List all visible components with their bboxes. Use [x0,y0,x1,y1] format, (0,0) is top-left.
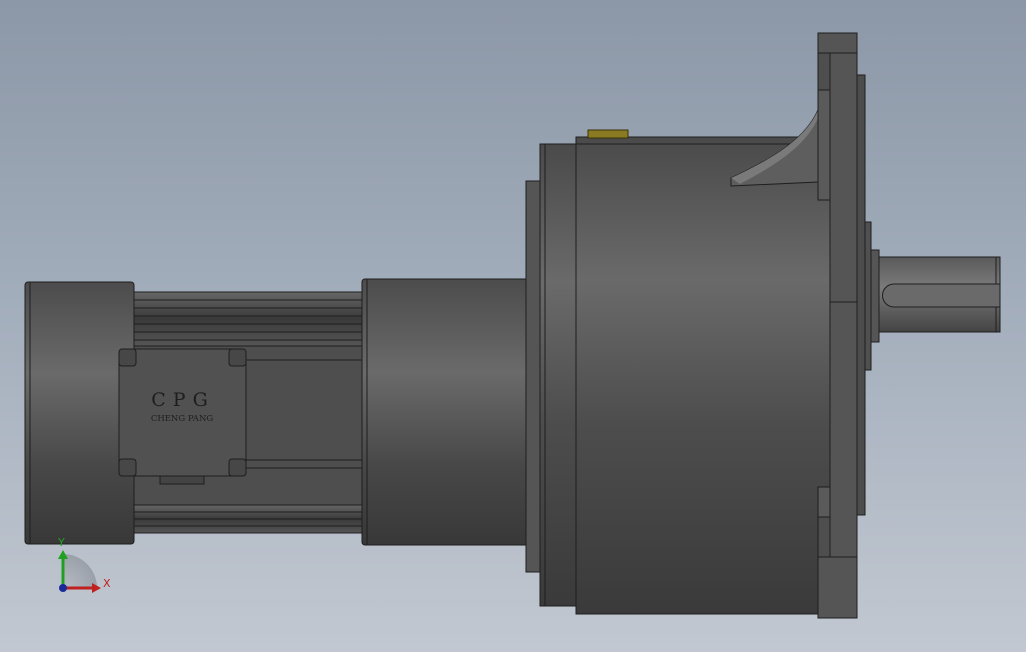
nameplate-company: CHENG PANG [151,414,214,424]
gearbox-housing [575,136,831,615]
motor-end-cap [24,281,135,545]
motor-front-flange [361,278,529,546]
output-pilot [864,221,872,371]
output-flange-plate [829,32,858,619]
triad-y-label: Y [57,536,65,549]
shaft-keyway [882,283,1001,308]
gear-motor-model[interactable]: CPG CHENG PANG X Y [0,0,1026,652]
gearbox-input-ring [525,180,541,573]
triad-origin [59,584,67,592]
cad-viewport[interactable]: CPG CHENG PANG X Y [0,0,1026,652]
coordinate-triad: X Y [57,536,111,593]
nameplate-brand: CPG [151,389,215,411]
motor-terminal-box [118,348,247,477]
triad-x-label: X [103,577,111,590]
output-flange-boss [856,74,866,516]
terminal-lug [587,129,629,139]
